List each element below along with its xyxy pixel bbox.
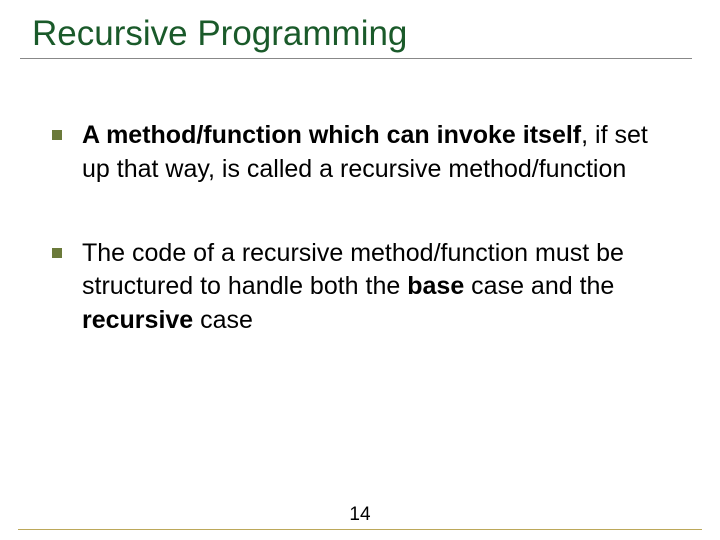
- square-bullet-icon: [52, 248, 62, 258]
- text-bold: recursive: [82, 306, 193, 334]
- title-underline: Recursive Programming: [20, 14, 692, 59]
- list-item: A method/function which can invoke itsel…: [52, 119, 682, 187]
- page-number: 14: [0, 504, 720, 526]
- text-run: case: [193, 306, 253, 334]
- text-bold: A method/function which can invoke itsel…: [82, 121, 581, 149]
- content-area: A method/function which can invoke itsel…: [28, 119, 692, 338]
- list-item: The code of a recursive method/function …: [52, 237, 682, 338]
- square-bullet-icon: [52, 130, 62, 140]
- bullet-text: A method/function which can invoke itsel…: [82, 119, 682, 187]
- bottom-rule: [18, 529, 702, 530]
- text-run: case and the: [464, 272, 614, 300]
- slide-title: Recursive Programming: [20, 14, 692, 54]
- text-bold: base: [407, 272, 464, 300]
- slide: Recursive Programming A method/function …: [0, 0, 720, 540]
- bullet-text: The code of a recursive method/function …: [82, 237, 682, 338]
